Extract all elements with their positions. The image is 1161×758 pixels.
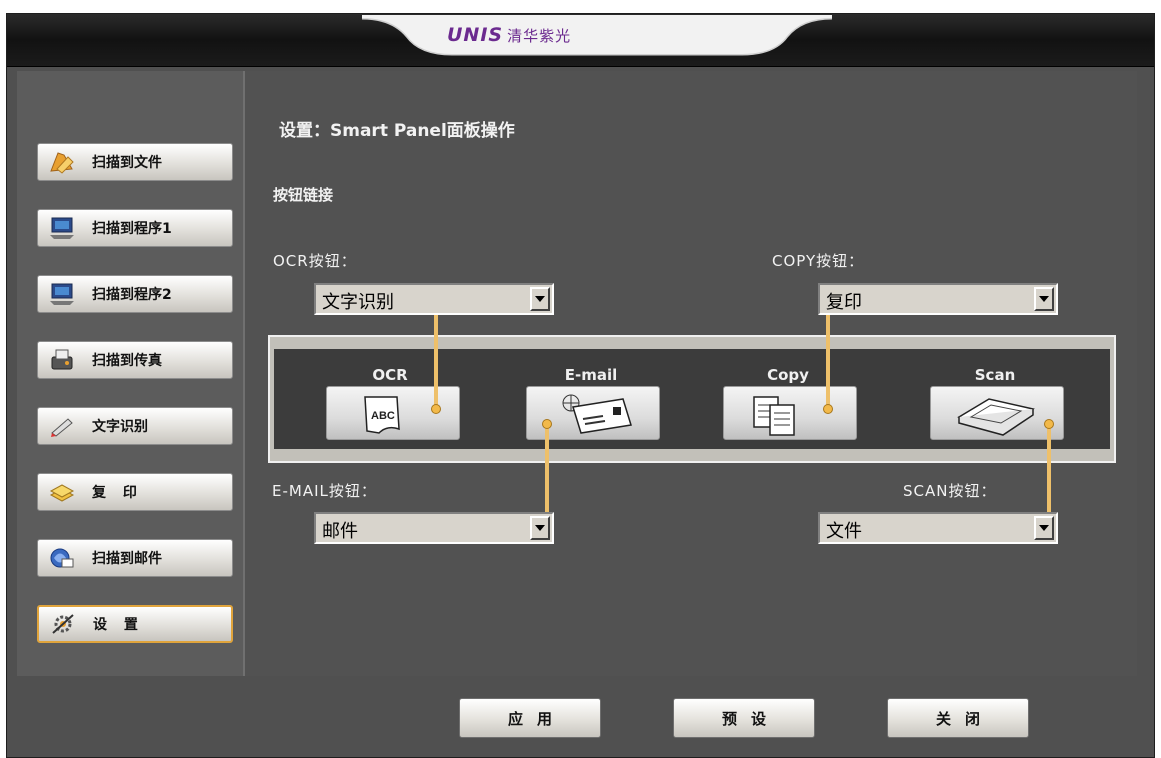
fax-icon bbox=[46, 345, 78, 375]
sidebar-item-copy[interactable]: 复 印 bbox=[37, 473, 233, 511]
panel-scan-label: Scan bbox=[974, 366, 1016, 384]
sidebar-item-label: 设 置 bbox=[93, 617, 144, 633]
abc-document-icon: ABC bbox=[364, 396, 400, 434]
email-connector bbox=[545, 424, 549, 512]
app2-icon bbox=[46, 279, 78, 309]
panel-scan-button[interactable] bbox=[930, 386, 1064, 440]
page-title: 设置：Smart Panel面板操作 bbox=[279, 121, 515, 141]
section-heading: 按钮链接 bbox=[273, 186, 334, 204]
copy-connector-dot bbox=[824, 405, 832, 413]
svg-text:ABC: ABC bbox=[371, 410, 395, 422]
sidebar-item-label: 扫描到程序1 bbox=[92, 221, 172, 237]
email-action-value: 邮件 bbox=[322, 521, 358, 542]
close-button[interactable]: 关闭 bbox=[887, 698, 1029, 738]
panel-email-label: E-mail bbox=[564, 366, 618, 384]
sidebar-item-label: 扫描到程序2 bbox=[92, 287, 172, 303]
sidebar-item-label: 文字识别 bbox=[92, 419, 148, 435]
sidebar-item-scan-to-app1[interactable]: 扫描到程序1 bbox=[37, 209, 233, 247]
sidebar-item-scan-to-file[interactable]: 扫描到文件 bbox=[37, 143, 233, 181]
copy-stack-icon bbox=[46, 477, 78, 507]
preset-button[interactable]: 预设 bbox=[673, 698, 815, 738]
panel-ocr-button[interactable]: ABC bbox=[326, 386, 460, 440]
scan-button-label: SCAN按钮： bbox=[903, 482, 997, 500]
scan-connector bbox=[1047, 424, 1051, 512]
app1-icon bbox=[46, 213, 78, 243]
panel-copy-button[interactable] bbox=[723, 386, 857, 440]
chevron-down-icon[interactable] bbox=[1034, 516, 1054, 540]
mail-icon bbox=[46, 543, 78, 573]
title-bar: UNIS 清华紫光 bbox=[7, 14, 1154, 67]
sidebar: 扫描到文件 扫描到程序1 扫描到程序2 扫描到传真 文字识别 复 印 扫描到邮件… bbox=[17, 71, 245, 676]
chevron-down-icon[interactable] bbox=[530, 287, 550, 311]
chevron-down-icon[interactable] bbox=[530, 516, 550, 540]
ocr-action-value: 文字识别 bbox=[322, 292, 394, 313]
sidebar-item-label: 扫描到文件 bbox=[92, 155, 162, 171]
copy-connector bbox=[826, 315, 830, 409]
ocr-button-label: OCR按钮： bbox=[273, 252, 357, 270]
sidebar-item-label: 复 印 bbox=[92, 485, 143, 501]
copy-action-value: 复印 bbox=[826, 292, 862, 313]
email-connector-dot bbox=[543, 420, 551, 428]
email-action-select[interactable]: 邮件 bbox=[314, 512, 554, 544]
brand-logo: UNIS 清华紫光 bbox=[447, 24, 747, 46]
email-button-label: E-MAIL按钮： bbox=[272, 482, 377, 500]
copy-documents-icon bbox=[753, 396, 795, 436]
scanner-icon bbox=[957, 398, 1035, 436]
sidebar-item-label: 扫描到传真 bbox=[92, 353, 162, 369]
scan-action-select[interactable]: 文件 bbox=[818, 512, 1058, 544]
sidebar-item-scan-to-app2[interactable]: 扫描到程序2 bbox=[37, 275, 233, 313]
ocr-pen-icon bbox=[46, 411, 78, 441]
ocr-action-select[interactable]: 文字识别 bbox=[314, 283, 554, 315]
sidebar-item-scan-to-fax[interactable]: 扫描到传真 bbox=[37, 341, 233, 379]
brand-logo-text: UNIS bbox=[447, 24, 504, 46]
copy-action-select[interactable]: 复印 bbox=[818, 283, 1058, 315]
chevron-down-icon[interactable] bbox=[1034, 287, 1054, 311]
copy-button-label: COPY按钮： bbox=[772, 252, 865, 270]
scan-action-value: 文件 bbox=[826, 521, 862, 542]
apply-button[interactable]: 应用 bbox=[459, 698, 601, 738]
scan-connector-dot bbox=[1045, 420, 1053, 428]
sidebar-item-label: 扫描到邮件 bbox=[92, 551, 162, 567]
sidebar-item-settings[interactable]: 设 置 bbox=[37, 605, 233, 643]
sidebar-item-ocr[interactable]: 文字识别 bbox=[37, 407, 233, 445]
ocr-connector-dot bbox=[432, 405, 440, 413]
panel-copy-label: Copy bbox=[767, 366, 809, 384]
folder-icon bbox=[46, 147, 78, 177]
brand-name: 清华紫光 bbox=[507, 27, 572, 45]
settings-icon bbox=[47, 609, 79, 639]
ocr-connector bbox=[434, 315, 438, 409]
sidebar-item-scan-to-mail[interactable]: 扫描到邮件 bbox=[37, 539, 233, 577]
